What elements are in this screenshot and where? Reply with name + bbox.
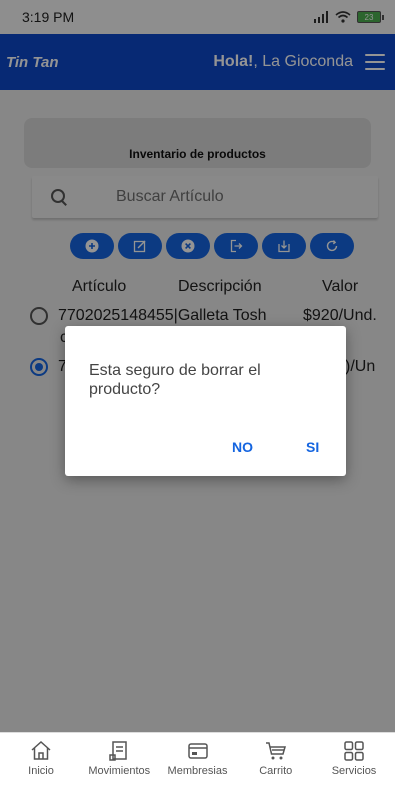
nav-label: Inicio <box>28 765 54 777</box>
nav-item-servicios[interactable]: Servicios <box>321 739 387 789</box>
nav-item-membresias[interactable]: Membresias <box>165 739 231 789</box>
dialog-no-button[interactable]: NO <box>232 439 253 455</box>
cart-icon <box>265 742 286 760</box>
card-icon <box>187 743 208 759</box>
dialog-yes-button[interactable]: SI <box>306 439 319 455</box>
nav-item-carrito[interactable]: Carrito <box>243 739 309 789</box>
receipt-icon <box>109 741 127 761</box>
nav-label: Membresias <box>167 765 228 777</box>
nav-label: Carrito <box>259 765 293 777</box>
grid-icon <box>344 741 364 761</box>
dialog-message: Esta seguro de borrar el producto? <box>89 362 261 398</box>
nav-item-inicio[interactable]: Inicio <box>8 739 74 789</box>
nav-label: Servicios <box>331 765 377 777</box>
nav-label: Movimientos <box>88 765 151 777</box>
confirm-delete-dialog: Esta seguro de borrar el producto? NO SI <box>65 326 346 476</box>
bottom-navigation: Inicio Movimientos Membresias Carrito Se… <box>0 732 395 789</box>
home-icon <box>31 740 51 760</box>
nav-item-movimientos[interactable]: Movimientos <box>86 739 152 789</box>
